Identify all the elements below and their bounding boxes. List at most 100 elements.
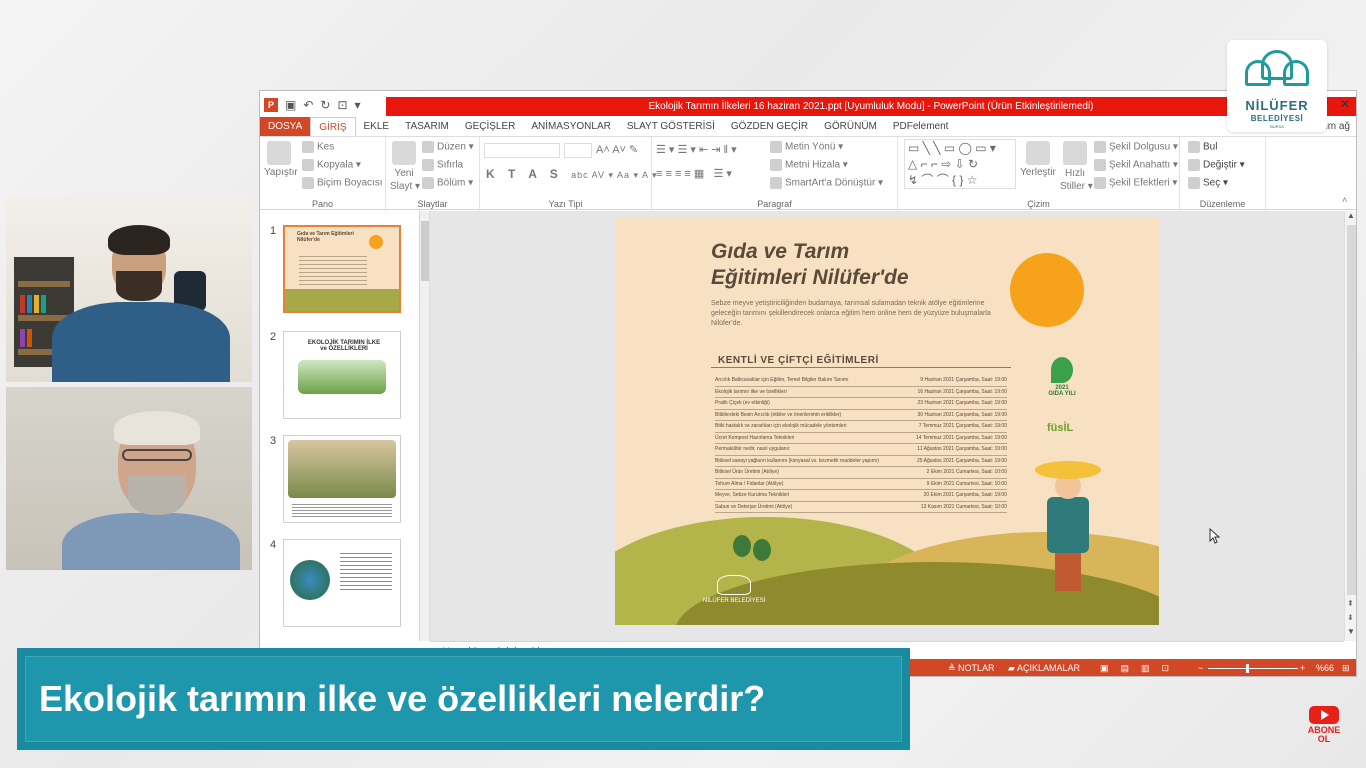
align-buttons[interactable]: ≡ ≡ ≡ ≡ ▦ ☰ ▾	[656, 167, 732, 180]
training-name: Bitkilerdeki Besin Arıcılık (etkiler ve …	[715, 411, 842, 418]
current-slide[interactable]: Gıda ve Tarım Eğitimleri Nilüfer'de Sebz…	[615, 217, 1159, 625]
scroll-up-icon[interactable]: ▲	[1347, 211, 1355, 220]
powerpoint-icon[interactable]: P	[264, 98, 278, 112]
select-button[interactable]: Seç ▾	[1188, 177, 1228, 189]
collapse-ribbon-icon[interactable]: ˄	[1342, 195, 1347, 205]
training-name: Sabun ve Deterjan Üretimi (Atölye)	[715, 503, 793, 510]
training-date: 16 Haziran 2021 Çarşamba, Saat: 19:00	[917, 388, 1008, 395]
tab-pdfelement[interactable]: PDFelement	[885, 117, 957, 136]
redo-icon[interactable]: ↻	[320, 98, 330, 112]
tab-dosya[interactable]: DOSYA	[260, 117, 311, 136]
fill-icon	[1094, 141, 1106, 153]
scroll-down-page-icon[interactable]: ⇟	[1347, 613, 1354, 622]
training-name: Permakültür nedir, nasıl uygulanır	[715, 446, 790, 452]
editor-scroll-thumb[interactable]	[1347, 225, 1356, 595]
close-button[interactable]: ✕	[1340, 97, 1350, 111]
save-icon[interactable]: ▣	[285, 98, 296, 112]
copy-button[interactable]: Kopyala ▾	[302, 159, 361, 171]
format-painter-button[interactable]: Biçim Boyacısı	[302, 177, 383, 189]
ribbon: Yapıştır Kes Kopyala ▾ Biçim Boyacısı Pa…	[260, 136, 1356, 211]
training-name: Pratik Çiçek (ev etkinliği)	[715, 400, 770, 406]
slide-editor[interactable]: Gıda ve Tarım Eğitimleri Nilüfer'de Sebz…	[430, 211, 1344, 641]
tab-ekle[interactable]: EKLE	[356, 117, 398, 136]
slide-thumbnail-1[interactable]: Gıda ve Tarım Eğitimleri Nilüfer'de	[283, 225, 401, 313]
shelf-board	[18, 281, 70, 287]
shapes-gallery[interactable]: ▭ ╲ ╲ ▭ ◯ ▭ ▾ △ ⌐ ⌐ ⇨ ⇩ ↻ ↯ ⌒ ⌒ { } ☆	[904, 139, 1016, 189]
subscribe-badge[interactable]: ABONE OL	[1303, 706, 1345, 746]
font-style-buttons[interactable]: K T A S abc AV ▾ Aa ▾ A ▾	[486, 167, 658, 181]
zoom-out-button[interactable]: −	[1198, 659, 1203, 676]
nilufer-belediyesi-logo: NİLÜFER BELEDİYESİ BURSA	[1227, 40, 1327, 132]
zoom-slider-thumb[interactable]	[1246, 664, 1249, 673]
view-buttons[interactable]: ▣▤▥⊡	[1100, 659, 1181, 676]
find-button[interactable]: Bul	[1188, 141, 1217, 153]
book	[41, 295, 46, 313]
scroll-down-icon[interactable]: ▼	[1347, 627, 1355, 636]
zoom-level[interactable]: %66	[1316, 659, 1334, 676]
undo-icon[interactable]: ↶	[303, 98, 313, 112]
logo-line-3: BURSA	[1270, 124, 1284, 129]
customize-icon[interactable]: ▾	[355, 98, 361, 112]
zoom-slider[interactable]	[1208, 668, 1298, 669]
grow-font-icon[interactable]: A˄ A˅ ✎	[596, 143, 638, 156]
layout-icon	[422, 141, 434, 153]
tab-gozden-gecir[interactable]: GÖZDEN GEÇİR	[723, 117, 816, 136]
tab-slayt-gosterisi[interactable]: SLAYT GÖSTERİSİ	[619, 117, 723, 136]
training-row: Bitkisel sanayi yağların kullanımı (kimy…	[715, 456, 1007, 467]
training-row: Permakültür nedir, nasıl uygulanır 11 Ağu…	[715, 444, 1007, 456]
tab-gorunum[interactable]: GÖRÜNÜM	[816, 117, 885, 136]
section-button[interactable]: Bölüm ▾	[422, 177, 473, 189]
shape-outline-button[interactable]: Şekil Anahattı ▾	[1094, 159, 1178, 171]
editor-scrollbar[interactable]: ▲ ⇞ ⇟ ▼	[1344, 211, 1356, 641]
text-direction-button[interactable]: Metin Yönü ▾	[770, 141, 843, 153]
quick-styles-button[interactable]: Hızlı Stiller ▾	[1060, 141, 1093, 193]
training-date: 9 Ekim 2021 Cumartesi, Saat: 10:00	[926, 480, 1007, 487]
shape-fill-button[interactable]: Şekil Dolgusu ▾	[1094, 141, 1178, 153]
new-slide-button[interactable]: Yeni Slayt ▾	[390, 141, 420, 193]
thumbnail-number: 3	[270, 435, 277, 447]
shape-effects-button[interactable]: Şekil Efektleri ▾	[1094, 177, 1177, 189]
training-row: Ücret Kompost Hazırlama Teknikleri 14 Tem…	[715, 433, 1007, 444]
zoom-in-button[interactable]: +	[1300, 659, 1305, 676]
speaker-hair	[114, 411, 200, 445]
notes-toggle[interactable]: ≜ NOTLAR	[948, 659, 995, 676]
comments-toggle[interactable]: ▰ AÇIKLAMALAR	[1008, 659, 1080, 676]
smartart-button[interactable]: SmartArt'a Dönüştür ▾	[770, 177, 883, 189]
speaker-body	[52, 302, 230, 382]
training-row: Sabun ve Deterjan Üretimi (Atölye) 13 Kas…	[715, 502, 1007, 513]
copy-icon	[302, 159, 314, 171]
thumb-hills	[285, 289, 399, 311]
font-name-field[interactable]	[484, 143, 560, 158]
mouse-cursor-icon	[1209, 528, 1221, 544]
training-row: Arıcılık Ballıcavaklar için Eğitim, Teme…	[715, 375, 1007, 387]
font-size-field[interactable]	[564, 143, 592, 158]
arrange-button[interactable]: Yerleştir	[1020, 141, 1056, 178]
layout-button[interactable]: Düzen ▾	[422, 141, 474, 153]
list-buttons[interactable]: ☰ ▾ ☰ ▾ ⇤ ⇥ ‖ ▾	[656, 143, 737, 156]
align-text-button[interactable]: Metni Hizala ▾	[770, 159, 848, 171]
fit-slide-icon[interactable]: ⊞	[1342, 659, 1350, 676]
tab-tasarim[interactable]: TASARIM	[397, 117, 457, 136]
tab-animasyonlar[interactable]: ANİMASYONLAR	[523, 117, 618, 136]
tab-giris[interactable]: GİRİŞ	[310, 117, 356, 136]
slide-thumbnail-3[interactable]	[283, 435, 401, 523]
reset-button[interactable]: Sıfırla	[422, 159, 463, 171]
slide-footer-logo: NİLÜFER BELEDİYESİ	[703, 575, 765, 605]
cut-button[interactable]: Kes	[302, 141, 334, 153]
tab-gecisler[interactable]: GEÇİŞLER	[457, 117, 524, 136]
group-yazi-tipi: A˄ A˅ ✎ K T A S abc AV ▾ Aa ▾ A ▾ Yazı T…	[480, 137, 657, 211]
slide-thumbnail-2[interactable]: EKOLOJİK TARIMIN İLKE ve ÖZELLİKLERİ	[283, 331, 401, 419]
replace-button[interactable]: Değiştir ▾	[1188, 159, 1245, 171]
training-date: 7 Temmuz 2021 Çarşamba, Saat: 19:00	[918, 423, 1007, 429]
thumbnail-scrollbar[interactable]	[420, 211, 430, 641]
section-heading: KENTLİ VE ÇİFTÇİ EĞİTİMLERİ	[718, 355, 879, 366]
paste-button[interactable]: Yapıştır	[264, 141, 298, 178]
logo-line-2: BELEDİYESİ	[1250, 114, 1304, 123]
training-date: 25 Ağustos 2021 Çarşamba, Saat: 19:00	[916, 457, 1007, 464]
present-icon[interactable]: ⊡	[337, 98, 347, 112]
thumbnail-scroll-thumb[interactable]	[421, 221, 429, 281]
ribbon-tabs: DOSYA GİRİŞ EKLE TASARIM GEÇİŞLER ANİMAS…	[260, 117, 1356, 136]
slide-thumbnail-4[interactable]	[283, 539, 401, 627]
thumbnail-number: 1	[270, 225, 277, 237]
scroll-up-page-icon[interactable]: ⇞	[1347, 599, 1354, 608]
